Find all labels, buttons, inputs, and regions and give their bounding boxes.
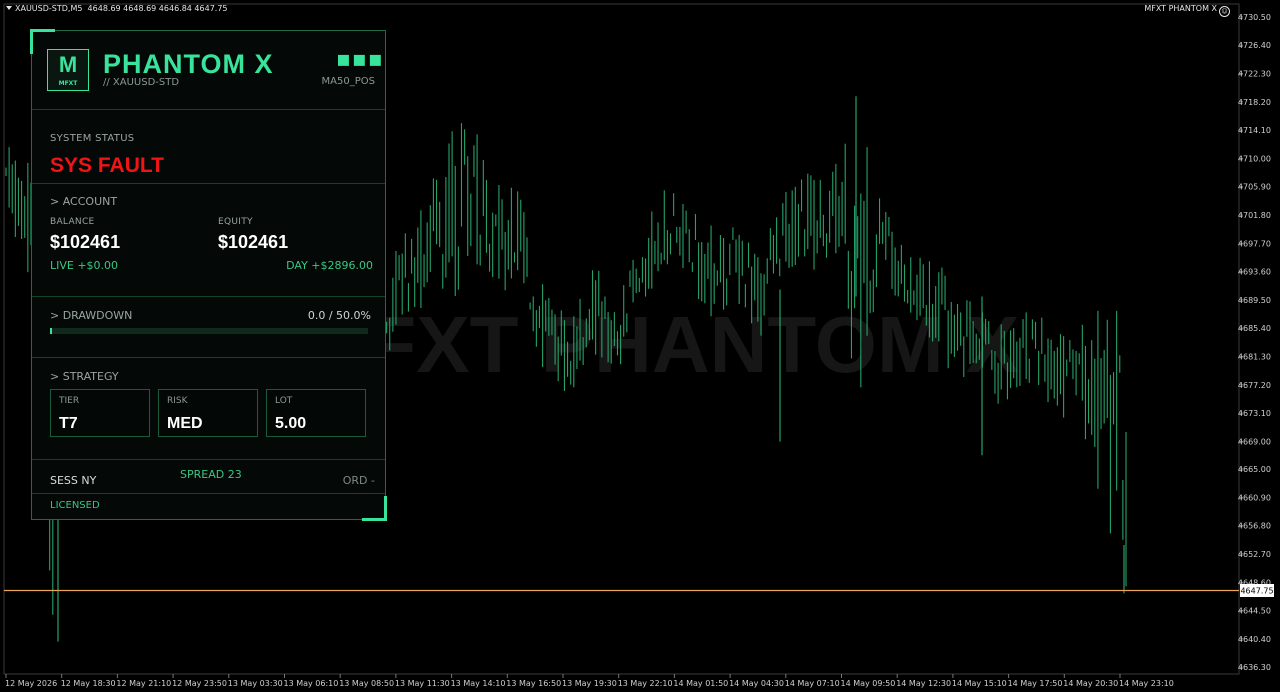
card-value: MED: [167, 415, 203, 432]
divider: [32, 357, 385, 358]
price-tick-label: 4636.30: [1238, 663, 1271, 672]
time-tick-label: 14 May 07:10: [785, 679, 840, 688]
price-tick-label: 4730.50: [1238, 13, 1271, 22]
panel-subtitle: // XAUUSD-STD: [103, 77, 180, 88]
price-tick-label: 4677.20: [1238, 381, 1271, 390]
time-tick-label: 13 May 03:30: [228, 679, 283, 688]
price-tick-label: 4660.90: [1238, 493, 1271, 502]
time-tick-label: 12 May 23:50: [172, 679, 227, 688]
price-tick-label: 4681.30: [1238, 353, 1271, 362]
price-tick-label: 4685.40: [1238, 324, 1271, 333]
current-price-tag-label: 4647.75: [1240, 587, 1273, 596]
time-axis: 12 May 2026 12 May 18:30 12 May 21:10 12 Ma…: [5, 674, 1174, 688]
price-tick-label: 4714.10: [1238, 126, 1271, 135]
price-tick-label: 4726.40: [1238, 41, 1271, 50]
divider: [32, 183, 385, 184]
time-tick-label: 14 May 15:10: [952, 679, 1007, 688]
time-tick-label: 13 May 06:10: [284, 679, 339, 688]
price-tick-label: 4693.60: [1238, 268, 1271, 277]
equity-value: $102461: [218, 232, 289, 252]
ohlc-values: 4648.69 4648.69 4646.84 4647.75: [87, 4, 228, 13]
card-value: T7: [59, 415, 78, 432]
price-tick-label: 4673.10: [1238, 409, 1271, 418]
logo-letter: M: [58, 52, 78, 77]
balance-label: BALANCE: [50, 217, 95, 227]
time-tick-label: 12 May 2026: [5, 679, 57, 688]
price-tick-label: 4640.40: [1238, 635, 1271, 644]
strategy-mode: MA50_POS: [321, 76, 375, 87]
risk-card: RISK MED: [158, 389, 258, 437]
license-status: LICENSED: [50, 500, 100, 511]
drawdown-bar-fill: [50, 328, 52, 334]
time-tick-label: 14 May 17:50: [1008, 679, 1063, 688]
time-tick-label: 14 May 20:30: [1063, 679, 1118, 688]
symbol-name: XAUUSD-STD,M5: [15, 4, 83, 13]
card-value: 5.00: [275, 415, 307, 432]
live-pnl: LIVE +$0.00: [50, 259, 119, 272]
ea-name: MFXT PHANTOM X: [1144, 4, 1217, 13]
divider: [32, 493, 385, 494]
divider: [32, 296, 385, 297]
panel-title: PHANTOM X: [103, 49, 274, 79]
price-tick-label: 4656.80: [1238, 522, 1271, 531]
time-tick-label: 13 May 16:50: [506, 679, 561, 688]
price-tick-label: 4701.80: [1238, 211, 1271, 220]
card-label: RISK: [167, 396, 188, 406]
price-axis: 4730.50 4726.40 4722.30 4718.20 4714.10 4710.…: [1238, 13, 1271, 672]
lot-card: LOT 5.00: [266, 389, 366, 437]
time-tick-label: 14 May 04:30: [729, 679, 784, 688]
status-value: SYS FAULT: [50, 154, 164, 177]
time-tick-label: 12 May 18:30: [61, 679, 116, 688]
ellipsis-icon[interactable]: ▪▪▪: [336, 47, 384, 72]
orders: ORD -: [342, 474, 375, 487]
divider: [32, 459, 385, 460]
drawdown-section: > DRAWDOWN: [50, 309, 133, 322]
expert-advisor-label[interactable]: MFXT PHANTOM X ☺: [1144, 4, 1230, 17]
status-label: SYSTEM STATUS: [50, 133, 135, 144]
logo: M MFXT: [47, 49, 89, 91]
time-tick-label: 13 May 19:30: [562, 679, 617, 688]
time-tick-label: 13 May 11:30: [395, 679, 450, 688]
card-label: LOT: [275, 396, 293, 406]
balance-value: $102461: [50, 232, 121, 252]
price-tick-label: 4669.00: [1238, 437, 1271, 446]
phantom-panel: M MFXT PHANTOM X // XAUUSD-STD ▪▪▪ MA50_…: [30, 29, 387, 521]
equity-label: EQUITY: [218, 217, 253, 227]
time-tick-label: 14 May 01:50: [673, 679, 728, 688]
symbol-info[interactable]: XAUUSD-STD,M5 4648.69 4648.69 4646.84 46…: [6, 4, 228, 13]
corner-accent: [362, 496, 387, 521]
price-tick-label: 4665.00: [1238, 465, 1271, 474]
price-tick-label: 4718.20: [1238, 98, 1271, 107]
price-tick-label: 4697.70: [1238, 239, 1271, 248]
smiley-icon: ☺: [1219, 6, 1230, 17]
price-tick-label: 4689.50: [1238, 296, 1271, 305]
divider: [32, 109, 385, 110]
price-tick-label: 4705.90: [1238, 183, 1271, 192]
time-tick-label: 14 May 12:30: [896, 679, 951, 688]
logo-sub: MFXT: [58, 80, 78, 87]
price-tick-label: 4644.50: [1238, 607, 1271, 616]
dropdown-icon[interactable]: [6, 6, 12, 10]
time-tick-label: 14 May 23:10: [1119, 679, 1174, 688]
day-pnl: DAY +$2896.00: [286, 259, 373, 272]
price-tick-label: 4652.70: [1238, 550, 1271, 559]
time-tick-label: 13 May 14:10: [451, 679, 506, 688]
session: SESS NY: [50, 474, 97, 487]
time-tick-label: 13 May 08:50: [339, 679, 394, 688]
card-label: TIER: [59, 396, 80, 406]
drawdown-value: 0.0 / 50.0%: [307, 309, 371, 322]
price-tick-label: 4722.30: [1238, 70, 1271, 79]
strategy-section: > STRATEGY: [50, 370, 119, 383]
account-section: > ACCOUNT: [50, 195, 118, 208]
chart-watermark: MFXT PHANTOM X: [301, 300, 1020, 389]
time-tick-label: 13 May 22:10: [618, 679, 673, 688]
drawdown-bar: [50, 328, 368, 334]
price-tick-label: 4710.00: [1238, 154, 1271, 163]
time-tick-label: 12 May 21:10: [116, 679, 171, 688]
spread: SPREAD 23: [180, 468, 242, 481]
tier-card: TIER T7: [50, 389, 150, 437]
time-tick-label: 14 May 09:50: [841, 679, 896, 688]
